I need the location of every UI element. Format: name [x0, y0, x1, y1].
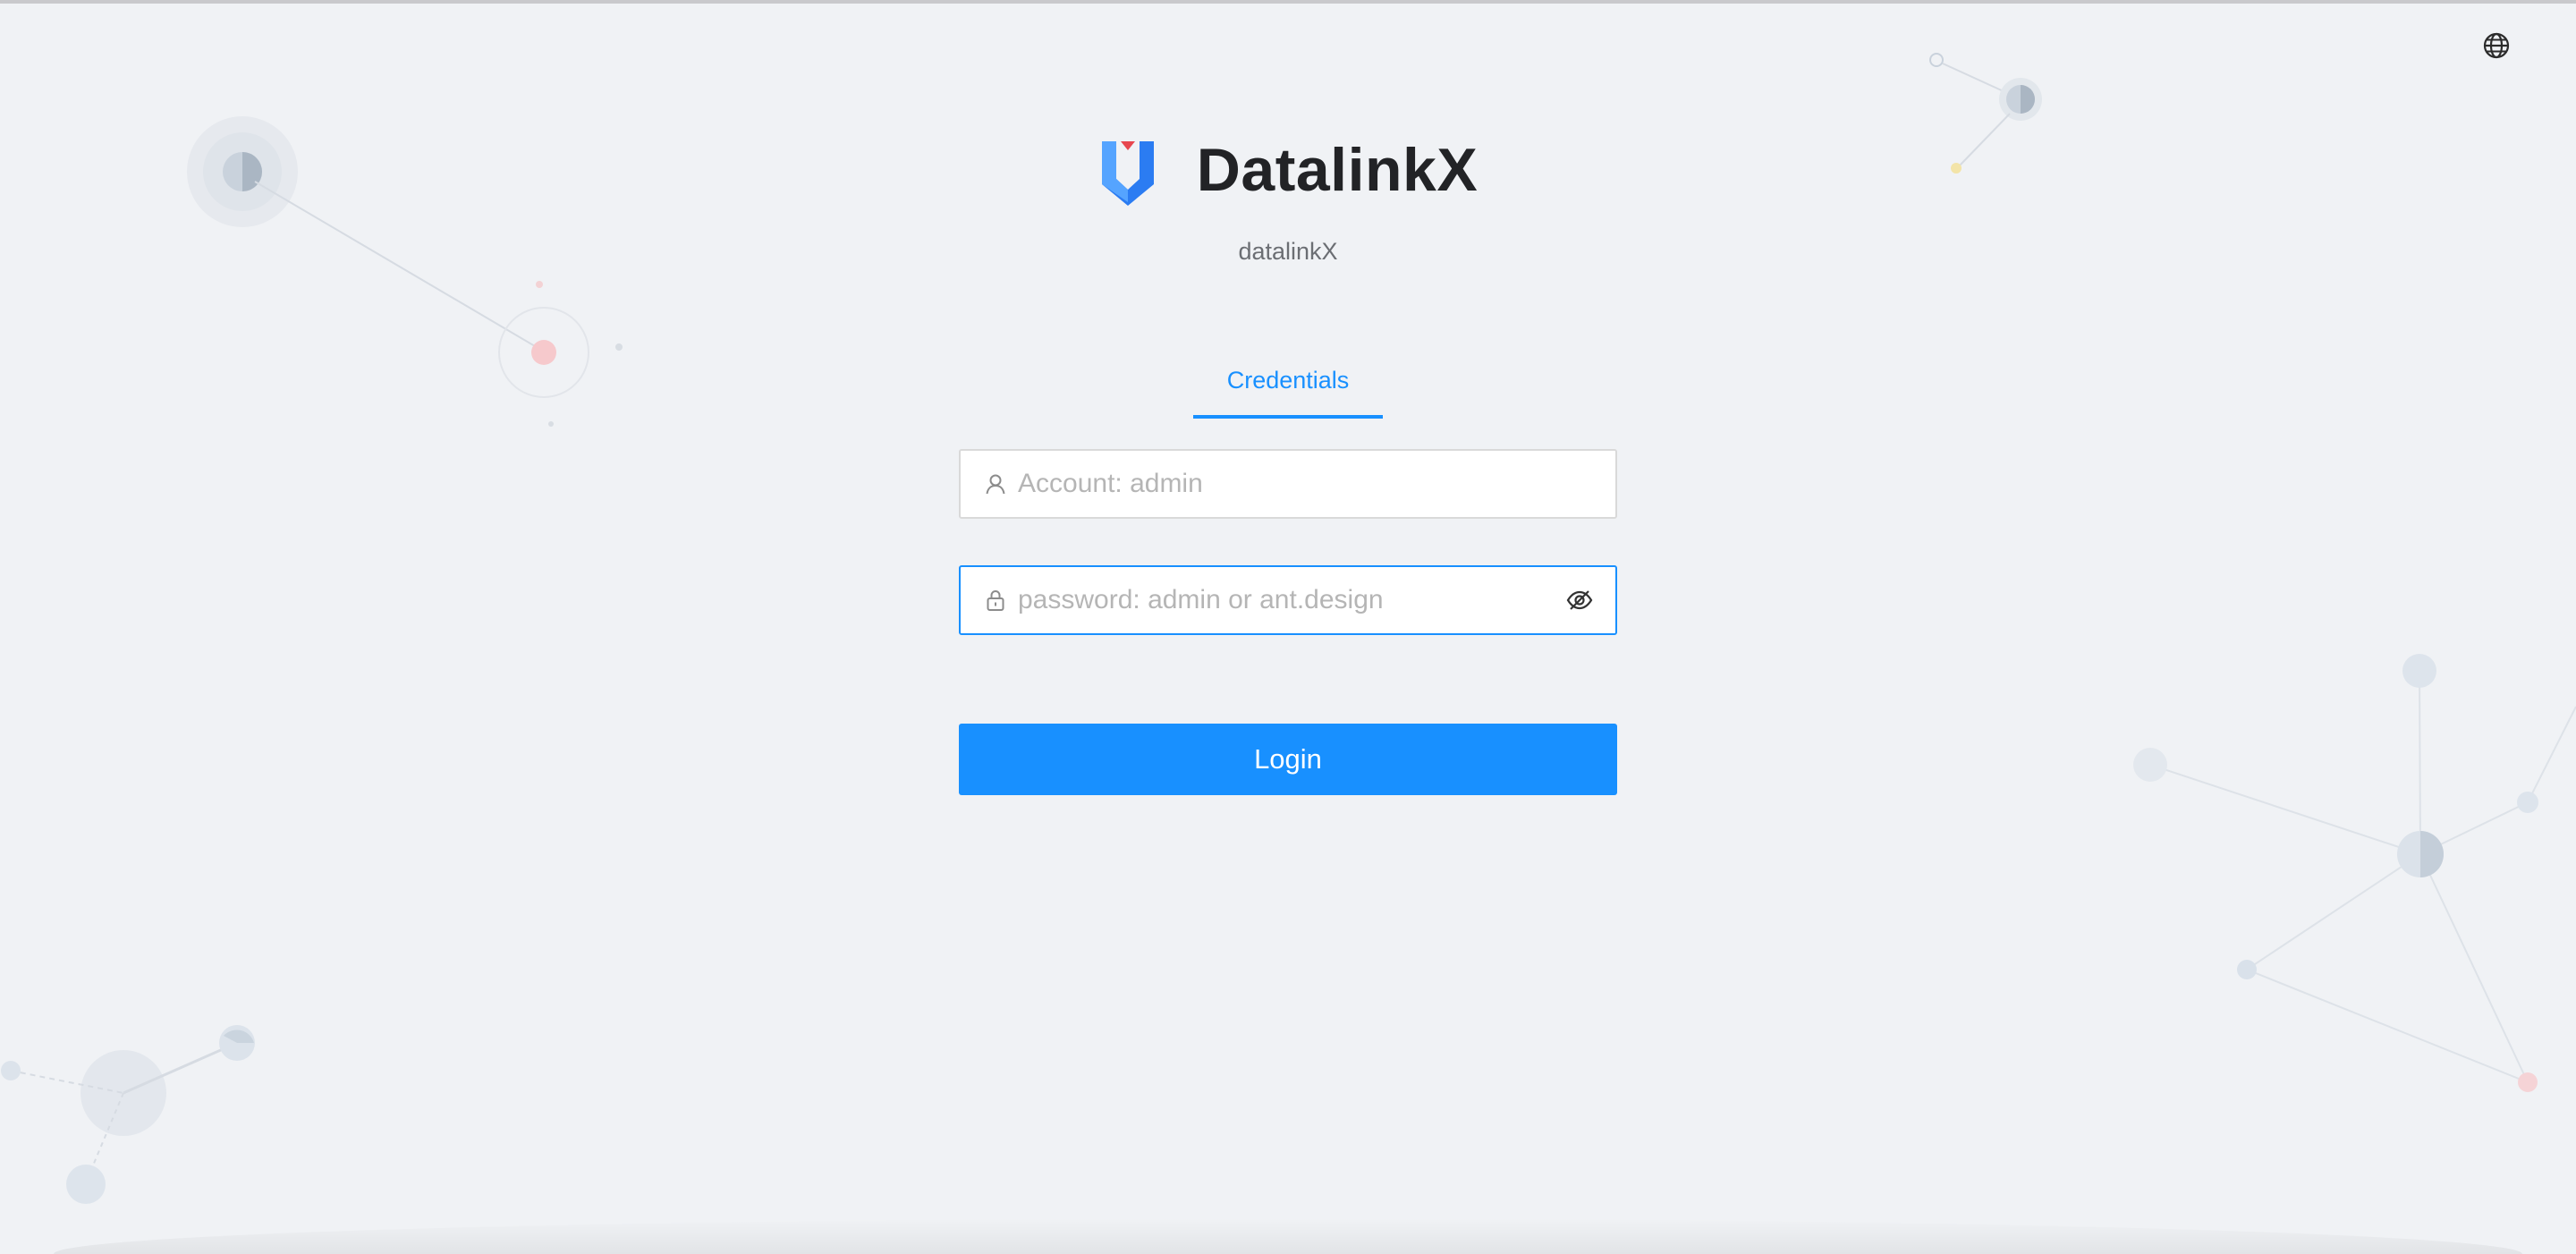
- tab-label: Credentials: [1226, 367, 1350, 394]
- tab-credentials[interactable]: Credentials: [1192, 354, 1384, 419]
- password-field[interactable]: [959, 565, 1617, 635]
- eye-invisible-icon: [1566, 590, 1593, 610]
- tab-active-indicator: [1192, 415, 1384, 419]
- language-switch-button[interactable]: [2481, 30, 2512, 61]
- login-header: DatalinkX: [0, 134, 2576, 206]
- lock-icon: [982, 587, 1009, 614]
- login-tabs: Credentials: [959, 354, 1617, 422]
- app-logo: [1101, 141, 1154, 206]
- password-visibility-toggle[interactable]: [1563, 584, 1596, 616]
- account-field[interactable]: [959, 449, 1617, 519]
- app-title: DatalinkX: [1196, 136, 1479, 204]
- app-description: datalinkX: [1238, 238, 1338, 265]
- user-icon: [982, 470, 1009, 497]
- password-input[interactable]: [1018, 573, 1563, 627]
- account-input[interactable]: [1018, 457, 1615, 511]
- globe-icon: [2483, 32, 2510, 59]
- login-button[interactable]: Login: [959, 724, 1617, 795]
